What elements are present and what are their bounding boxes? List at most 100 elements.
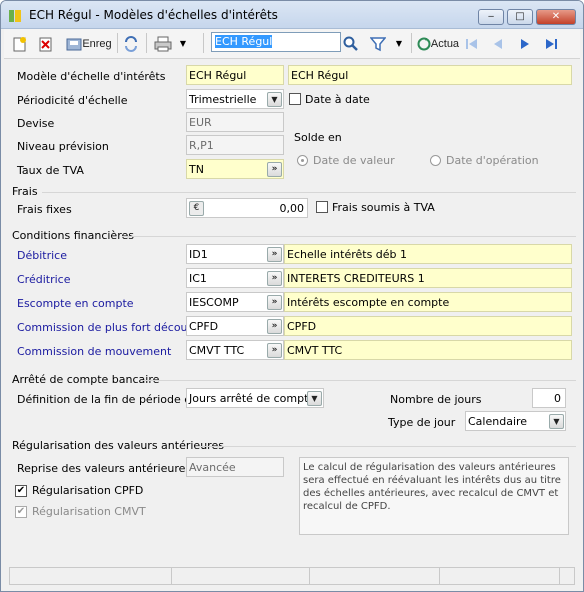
devise-field: EUR — [186, 112, 284, 132]
escompte-desc-field: Intérêts escompte en compte — [284, 292, 572, 312]
window-title: ECH Régul - Modèles d'échelles d'intérêt… — [29, 8, 278, 22]
new-document-icon — [13, 36, 26, 51]
escompte-code: IESCOMP — [189, 296, 239, 309]
nombre-jours-field[interactable]: 0 — [532, 388, 566, 408]
search-icon — [343, 36, 358, 51]
filter-button[interactable] — [368, 32, 388, 55]
filter-dropdown-icon[interactable]: ▼ — [393, 32, 405, 55]
reprise-field: Avancée — [186, 457, 284, 477]
debitrice-lookup-icon[interactable]: » — [267, 247, 282, 262]
print-button[interactable] — [152, 32, 174, 55]
frais-soumis-tva-checkbox[interactable] — [316, 201, 328, 213]
delete-button[interactable] — [36, 32, 56, 55]
definition-select[interactable]: Jours arrêté de compte — [186, 388, 324, 408]
type-jour-dropdown-icon[interactable]: ▼ — [549, 414, 564, 429]
previous-icon — [494, 38, 502, 49]
close-button[interactable]: ✕ — [536, 9, 576, 25]
debitrice-code: ID1 — [189, 248, 208, 261]
date-valeur-radio — [297, 155, 308, 166]
cpfd-regularisation-label: Régularisation CPFD — [32, 484, 144, 497]
nombre-jours-label: Nombre de jours — [390, 393, 482, 406]
arrete-section-divider — [142, 380, 576, 381]
tva-lookup-icon[interactable]: » — [267, 162, 282, 177]
minimize-button[interactable]: ‒ — [478, 9, 504, 25]
arrete-section-title: Arrêté de compte bancaire — [12, 373, 160, 386]
actualize-icon — [417, 37, 431, 50]
delete-icon — [39, 37, 52, 51]
regularisation-section-divider — [196, 446, 576, 447]
print-icon — [154, 36, 172, 51]
type-jour-label: Type de jour — [388, 416, 456, 429]
regularisation-section-title: Régularisation des valeurs antérieures — [12, 439, 224, 452]
title-bar[interactable]: ECH Régul - Modèles d'échelles d'intérêt… — [1, 1, 583, 29]
conditions-section-title: Conditions financières — [12, 229, 134, 242]
frais-soumis-tva-label: Frais soumis à TVA — [332, 201, 435, 214]
next-record-button[interactable] — [515, 32, 535, 55]
actualize-button[interactable]: Actua — [416, 32, 460, 55]
status-panel — [172, 568, 310, 584]
save-button[interactable]: Enreg — [64, 32, 114, 55]
cpfd-code: CPFD — [189, 320, 219, 333]
definition-dropdown-icon[interactable]: ▼ — [307, 391, 322, 406]
debitrice-desc-field: Echelle intérêts déb 1 — [284, 244, 572, 264]
niveau-field: R,P1 — [186, 135, 284, 155]
debitrice-label[interactable]: Débitrice — [17, 249, 67, 262]
creditrice-lookup-icon[interactable]: » — [267, 271, 282, 286]
solde-label: Solde en — [294, 131, 342, 144]
maximize-button[interactable]: □ — [507, 9, 533, 25]
frais-fixes-label: Frais fixes — [17, 203, 72, 216]
periodicite-dropdown-icon[interactable]: ▼ — [267, 92, 282, 107]
refresh-button[interactable] — [121, 32, 141, 55]
toolbar-separator — [146, 33, 147, 53]
tva-value: TN — [189, 163, 204, 176]
escompte-lookup-icon[interactable]: » — [267, 295, 282, 310]
frais-section-divider — [42, 192, 576, 193]
first-icon — [466, 38, 477, 49]
frais-fixes-value: 0,00 — [279, 202, 305, 215]
modele-code-field[interactable]: ECH Régul — [186, 65, 284, 85]
creditrice-code: IC1 — [189, 272, 207, 285]
form-area: Modèle d'échelle d'intérêts ECH Régul EC… — [4, 59, 580, 567]
cmvt-desc-field: CMVT TTC — [284, 340, 572, 360]
actualize-label: Actua — [430, 37, 460, 50]
date-operation-radio — [430, 155, 441, 166]
print-dropdown-icon[interactable]: ▼ — [176, 32, 190, 55]
cpfd-regularisation-checkbox[interactable]: ✔ — [15, 485, 27, 497]
cmvt-code: CMVT TTC — [189, 344, 245, 357]
modele-name-field[interactable]: ECH Régul — [288, 65, 572, 85]
status-panel — [310, 568, 440, 584]
cmvt-label[interactable]: Commission de mouvement — [17, 345, 171, 358]
save-icon — [66, 38, 82, 50]
status-bar — [9, 567, 575, 585]
last-record-button[interactable] — [541, 32, 561, 55]
toolbar-separator — [203, 33, 204, 53]
tva-label: Taux de TVA — [17, 164, 84, 177]
conditions-section-divider — [122, 236, 576, 237]
date-a-date-checkbox[interactable] — [289, 93, 301, 105]
cpfd-label[interactable]: Commission de plus fort découvert — [17, 321, 210, 334]
frais-fixes-field[interactable]: 0,00 — [186, 198, 308, 218]
search-button[interactable] — [341, 32, 361, 55]
status-panel — [10, 568, 172, 584]
creditrice-label[interactable]: Créditrice — [17, 273, 70, 286]
toolbar: Enreg ▼ ECH Régul ▼ Actua — [4, 29, 580, 59]
new-button[interactable] — [10, 32, 30, 55]
definition-value: Jours arrêté de compte — [189, 392, 316, 405]
search-input[interactable]: ECH Régul — [211, 32, 341, 52]
save-label: Enreg — [82, 37, 112, 50]
status-panel — [440, 568, 560, 584]
next-icon — [521, 38, 529, 49]
refresh-icon — [125, 35, 137, 52]
cmvt-lookup-icon[interactable]: » — [267, 343, 282, 358]
cpfd-lookup-icon[interactable]: » — [267, 319, 282, 334]
previous-record-button[interactable] — [488, 32, 508, 55]
type-jour-value: Calendaire — [468, 415, 528, 428]
definition-label: Définition de la fin de période en — [17, 393, 198, 406]
toolbar-separator — [117, 33, 118, 53]
periodicite-value: Trimestrielle — [189, 93, 257, 106]
first-record-button[interactable] — [462, 32, 482, 55]
modele-label: Modèle d'échelle d'intérêts — [17, 70, 166, 83]
app-icon — [9, 10, 21, 22]
last-icon — [546, 38, 557, 49]
escompte-label[interactable]: Escompte en compte — [17, 297, 134, 310]
